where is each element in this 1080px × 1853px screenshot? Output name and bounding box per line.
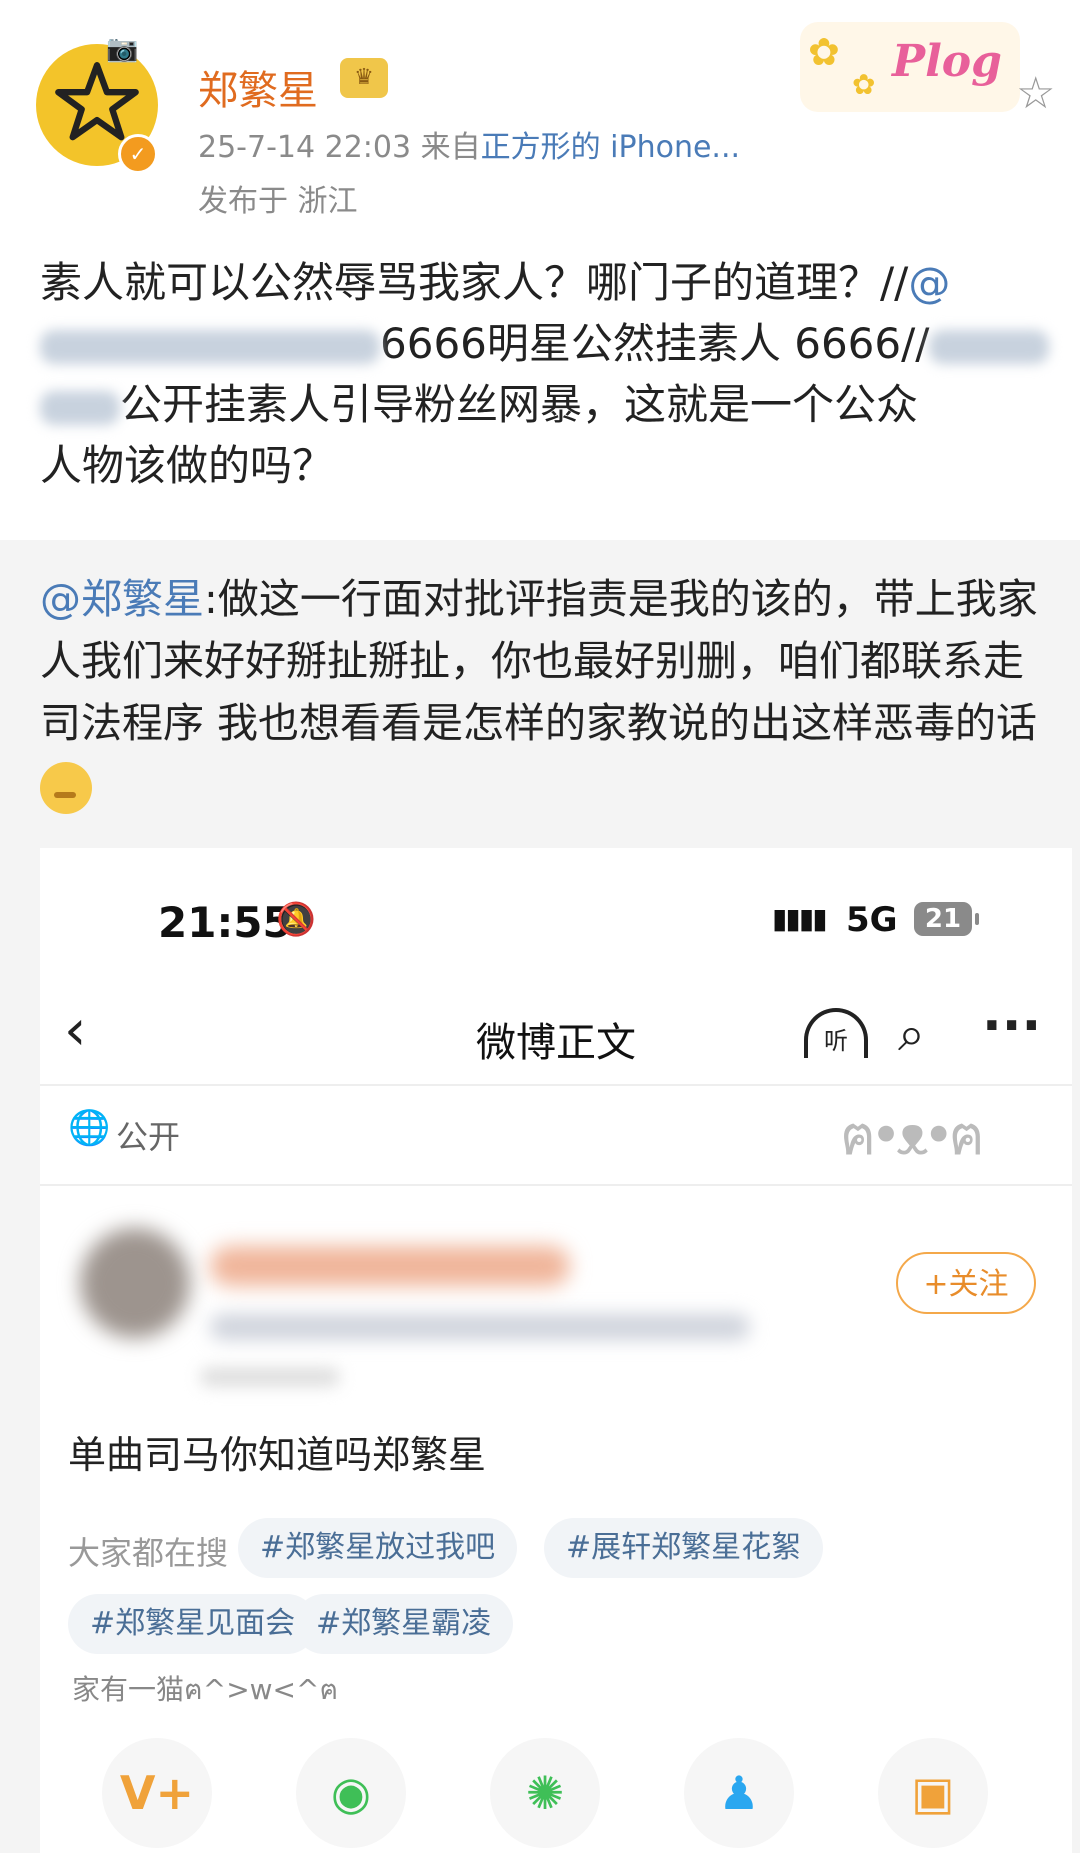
repost-mention-link[interactable]: @郑繁星 xyxy=(40,575,204,623)
username[interactable]: 郑繁星 xyxy=(198,58,318,116)
blurred-meta xyxy=(200,1368,340,1386)
hot-search-label: 大家都在搜 xyxy=(68,1534,229,1572)
quoted-post-text: 单曲司马你知道吗郑繁星 xyxy=(68,1433,487,1477)
globe-icon: 🌐 xyxy=(68,1108,111,1148)
search-icon[interactable]: ⌕ xyxy=(898,1006,925,1063)
weibo-vplus-icon[interactable]: V+ xyxy=(102,1738,212,1848)
cat-caption: 家有一猫ฅ^>w<^ฅ xyxy=(72,1673,339,1706)
timestamp: 25-7-14 22:03 xyxy=(198,130,412,165)
location: 发布于 浙江 xyxy=(198,184,358,219)
mute-bell-icon: 🔕 xyxy=(276,900,316,938)
hot-tag[interactable]: #郑繁星见面会 xyxy=(68,1594,318,1654)
flower-icon: ✿ xyxy=(808,30,840,74)
flower-icon: ✿ xyxy=(852,68,876,101)
blurred-avatar xyxy=(80,1228,190,1338)
post-line-3: 公开挂素人引导粉丝网暴，这就是一个公众 xyxy=(120,380,919,429)
wechat-icon[interactable]: ◉ xyxy=(296,1738,406,1848)
star-avatar-icon xyxy=(55,62,139,141)
qq-icon[interactable]: ♟ xyxy=(684,1738,794,1848)
plog-sticker: ✿ ✿ Plog xyxy=(800,22,1020,112)
divider xyxy=(40,1184,1072,1186)
network-type: 5G xyxy=(846,900,898,940)
blurred-username xyxy=(40,329,380,364)
source-device-link[interactable]: 正方形的 iPhone... xyxy=(481,130,740,165)
hot-tag[interactable]: #郑繁星霸凌 xyxy=(294,1594,514,1654)
plog-sticker-text: Plog xyxy=(892,36,1002,87)
blurred-meta xyxy=(210,1314,750,1340)
blurred-username xyxy=(40,390,120,425)
hot-tag[interactable]: #郑繁星放过我吧 xyxy=(238,1518,518,1578)
mention-link[interactable]: @ xyxy=(908,258,950,307)
battery-icon: 21 xyxy=(914,902,979,936)
post-line-4: 人物该做的吗？ xyxy=(40,441,335,490)
source-prefix: 来自 xyxy=(420,130,481,165)
more-icon[interactable]: ··· xyxy=(982,996,1041,1056)
embedded-screenshot[interactable]: 21:55 🔕 ▮▮▮▮ 5G 21 ‹ 微博正文 听 ⌕ ··· 🌐 公开 ฅ… xyxy=(40,848,1072,1853)
post-text: 素人就可以公然辱骂我家人？哪门子的道理？//@ 6666明星公然挂素人 6666… xyxy=(40,252,1050,496)
moments-icon[interactable]: ✺ xyxy=(490,1738,600,1848)
smirk-emoji-icon xyxy=(40,762,92,814)
save-image-icon[interactable]: ▣ xyxy=(878,1738,988,1848)
follow-button[interactable]: +关注 xyxy=(896,1252,1036,1314)
divider xyxy=(40,1084,1072,1086)
status-time: 21:55 xyxy=(158,898,292,947)
crown-badge-icon: ♛ xyxy=(340,58,388,98)
camera-sticker-icon: 📷 xyxy=(106,34,139,64)
blurred-name xyxy=(210,1246,570,1286)
blurred-username xyxy=(929,329,1050,364)
post-meta: 25-7-14 22:03 来自正方形的 iPhone... xyxy=(198,122,740,166)
post-line-1: 素人就可以公然辱骂我家人？哪门子的道理？// xyxy=(40,258,909,307)
verified-badge-icon: ✓ xyxy=(118,134,158,174)
signal-icon: ▮▮▮▮ xyxy=(772,902,828,935)
hot-tag[interactable]: #展轩郑繁星花絮 xyxy=(544,1518,824,1578)
favorite-star-icon[interactable]: ☆ xyxy=(1016,68,1055,119)
repost-text: @郑繁星:做这一行面对批评指责是我的该的，带上我家人我们来好好掰扯掰扯，你也最好… xyxy=(40,568,1052,816)
visibility-label: 公开 xyxy=(116,1118,181,1156)
cat-doodle-icon: ฅ•ᴥ•ฅ xyxy=(840,1104,985,1167)
post-line-2: 6666明星公然挂素人 6666// xyxy=(380,319,930,368)
